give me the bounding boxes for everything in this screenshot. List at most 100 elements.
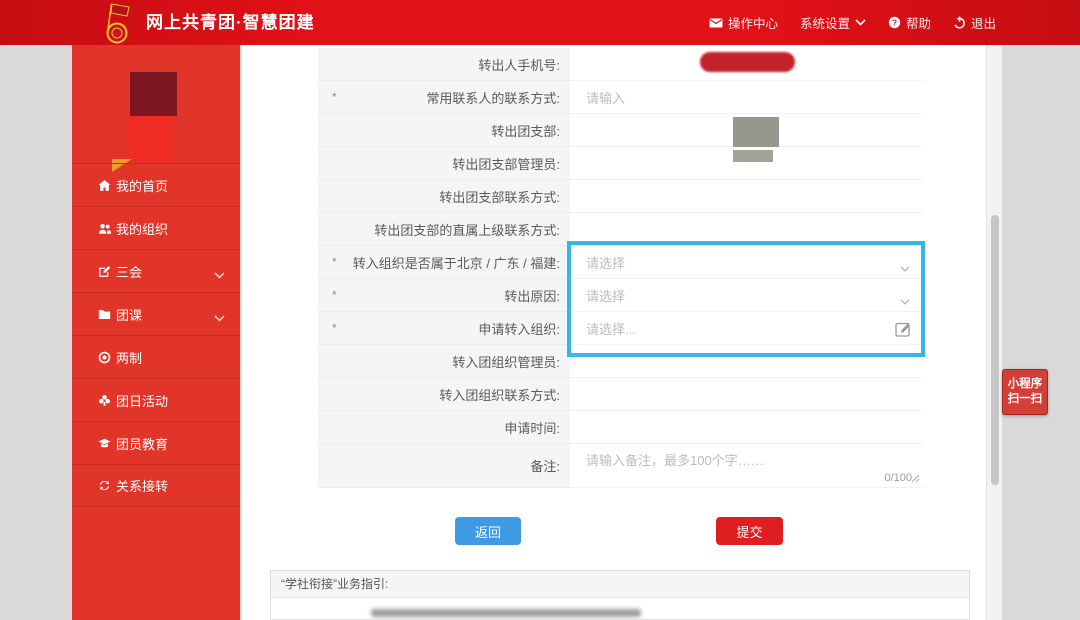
blurred-text bbox=[371, 609, 641, 617]
sidebar-item-label: 两制 bbox=[116, 350, 143, 366]
field-label: 转出团支部的直属上级联系方式: bbox=[374, 222, 560, 238]
field-label: 备注: bbox=[530, 459, 560, 474]
chevron-down-icon bbox=[900, 293, 910, 308]
apply-time-value bbox=[572, 411, 922, 444]
region-select[interactable]: 请选择 bbox=[572, 246, 922, 279]
miniprogram-scan-badge[interactable]: 小程序 扫一扫 bbox=[1002, 369, 1048, 415]
sidebar-item-label: 关系接转 bbox=[116, 479, 169, 494]
nav-system-settings[interactable]: 系统设置 bbox=[800, 13, 866, 32]
question-icon: ? bbox=[888, 16, 901, 29]
form-row-contact-method: * 常用联系人的联系方式: 请输入 bbox=[318, 81, 922, 114]
nav-label: 帮助 bbox=[905, 17, 931, 31]
form-row-superior-contact: 转出团支部的直属上级联系方式: bbox=[318, 213, 922, 246]
chevron-down-icon bbox=[900, 260, 910, 275]
in-org-admin-value bbox=[572, 345, 922, 378]
guide-box: “学社衔接”业务指引: bbox=[270, 570, 970, 620]
chevron-down-icon bbox=[855, 19, 866, 26]
form-row-transfer-reason: * 转出原因: 请选择 bbox=[318, 279, 922, 312]
power-icon bbox=[953, 16, 966, 29]
select-placeholder: 请选择 bbox=[586, 255, 626, 271]
sidebar-item-sanhui[interactable]: 三会 bbox=[72, 249, 240, 292]
badge-line1: 小程序 bbox=[1007, 378, 1043, 390]
transfer-icon bbox=[98, 479, 112, 492]
textarea-placeholder: 请输入备注，最多100个字…… bbox=[586, 453, 764, 468]
top-nav: 操作中心 系统设置 ? 帮助 退出 bbox=[709, 0, 996, 45]
svg-text:?: ? bbox=[892, 17, 897, 27]
picker-placeholder: 请选择... bbox=[586, 321, 636, 337]
form-row-out-branch: 转出团支部: bbox=[318, 114, 922, 147]
sidebar-item-member-education[interactable]: 团员教育 bbox=[72, 421, 240, 464]
input-placeholder: 请输入 bbox=[586, 90, 626, 106]
form-row-apply-time: 申请时间: bbox=[318, 411, 922, 444]
mail-icon bbox=[709, 17, 723, 29]
sidebar-item-label: 团员教育 bbox=[116, 436, 169, 452]
form-row-target-organization: * 申请转入组织: 请选择... bbox=[318, 312, 922, 345]
form-row-out-branch-admin: 转出团支部管理员: bbox=[318, 147, 922, 180]
transfer-reason-select[interactable]: 请选择 bbox=[572, 279, 922, 312]
required-star: * bbox=[332, 321, 337, 335]
nav-action-center[interactable]: 操作中心 bbox=[709, 13, 778, 32]
scrollbar-track[interactable] bbox=[986, 45, 1002, 620]
field-label: 转出团支部: bbox=[491, 123, 560, 139]
chevron-down-icon bbox=[214, 267, 225, 282]
field-label: 转入组织是否属于北京 / 广东 / 福建: bbox=[352, 255, 560, 271]
sidebar: 我的首页 我的组织 三会 团课 两制 团日活动 团员教育 关系接转 bbox=[72, 45, 240, 620]
field-label: 申请转入组织: bbox=[478, 321, 560, 337]
char-counter: 0/100 bbox=[884, 472, 912, 484]
field-label: 转出人手机号: bbox=[478, 57, 560, 73]
sidebar-item-label: 三会 bbox=[116, 264, 143, 280]
field-label: 常用联系人的联系方式: bbox=[426, 90, 560, 106]
target-icon bbox=[98, 351, 112, 364]
nav-help[interactable]: ? 帮助 bbox=[888, 13, 931, 32]
nav-logout[interactable]: 退出 bbox=[953, 13, 996, 32]
sidebar-item-my-organization[interactable]: 我的组织 bbox=[72, 206, 240, 249]
chevron-down-icon bbox=[214, 310, 225, 325]
guide-title: “学社衔接”业务指引: bbox=[271, 571, 969, 598]
users-icon bbox=[98, 222, 112, 235]
back-button[interactable]: 返回 bbox=[455, 517, 521, 545]
form-row-in-org-admin: 转入团组织管理员: bbox=[318, 345, 922, 378]
form-row-phone: 转出人手机号: bbox=[318, 48, 922, 81]
form-row-out-branch-contact: 转出团支部联系方式: bbox=[318, 180, 922, 213]
resize-handle-icon[interactable] bbox=[911, 471, 920, 486]
sidebar-item-tuanke[interactable]: 团课 bbox=[72, 292, 240, 335]
sidebar-item-label: 我的首页 bbox=[116, 178, 169, 194]
redacted-branch-blob-2 bbox=[733, 150, 773, 162]
folder-icon bbox=[98, 308, 112, 321]
field-label: 转出团支部联系方式: bbox=[439, 189, 560, 205]
sidebar-item-my-home[interactable]: 我的首页 bbox=[72, 163, 240, 206]
league-logo-icon bbox=[98, 2, 138, 44]
required-star: * bbox=[332, 255, 337, 269]
scrollbar-thumb[interactable] bbox=[991, 215, 999, 485]
form-row-remark: 备注: 请输入备注，最多100个字…… 0/100 bbox=[318, 444, 922, 488]
required-star: * bbox=[332, 288, 337, 302]
redacted-phone-blob bbox=[700, 52, 795, 72]
field-label: 申请时间: bbox=[504, 420, 560, 436]
clover-icon bbox=[98, 394, 112, 407]
page: 网上共青团·智慧团建 操作中心 系统设置 ? 帮助 退出 我的首页 我的组织 三… bbox=[0, 0, 1080, 620]
remark-textarea[interactable]: 请输入备注，最多100个字…… 0/100 bbox=[572, 444, 922, 488]
form-row-in-org-contact: 转入团组织联系方式: bbox=[318, 378, 922, 411]
app-header: 网上共青团·智慧团建 操作中心 系统设置 ? 帮助 退出 bbox=[0, 0, 1080, 45]
sidebar-item-tuanri-activity[interactable]: 团日活动 bbox=[72, 378, 240, 421]
main-content: 转出人手机号: * 常用联系人的联系方式: 请输入 转出团支部: 转出团支部管理员… bbox=[242, 45, 986, 620]
form-row-region-select: * 转入组织是否属于北京 / 广东 / 福建: 请选择 bbox=[318, 246, 922, 279]
field-label: 转入团组织管理员: bbox=[452, 354, 560, 370]
avatar-redacted-2 bbox=[128, 116, 174, 161]
redacted-branch-blob bbox=[733, 117, 779, 147]
sidebar-item-relation-transfer[interactable]: 关系接转 bbox=[72, 464, 240, 507]
target-organization-picker[interactable]: 请选择... bbox=[572, 312, 922, 345]
app-title: 网上共青团·智慧团建 bbox=[146, 13, 315, 32]
sidebar-item-liangzhi[interactable]: 两制 bbox=[72, 335, 240, 378]
edit-pencil-icon[interactable] bbox=[894, 320, 913, 341]
sidebar-item-label: 我的组织 bbox=[116, 221, 169, 237]
sidebar-menu: 我的首页 我的组织 三会 团课 两制 团日活动 团员教育 关系接转 bbox=[72, 163, 240, 507]
graduation-icon bbox=[98, 437, 112, 450]
contact-method-input[interactable]: 请输入 bbox=[572, 81, 922, 114]
out-branch-contact-value bbox=[572, 180, 922, 213]
avatar-redacted bbox=[130, 72, 177, 116]
nav-label: 退出 bbox=[970, 17, 996, 31]
badge-line2: 扫一扫 bbox=[1007, 393, 1043, 405]
edit-icon bbox=[98, 265, 112, 278]
submit-button[interactable]: 提交 bbox=[716, 517, 783, 545]
